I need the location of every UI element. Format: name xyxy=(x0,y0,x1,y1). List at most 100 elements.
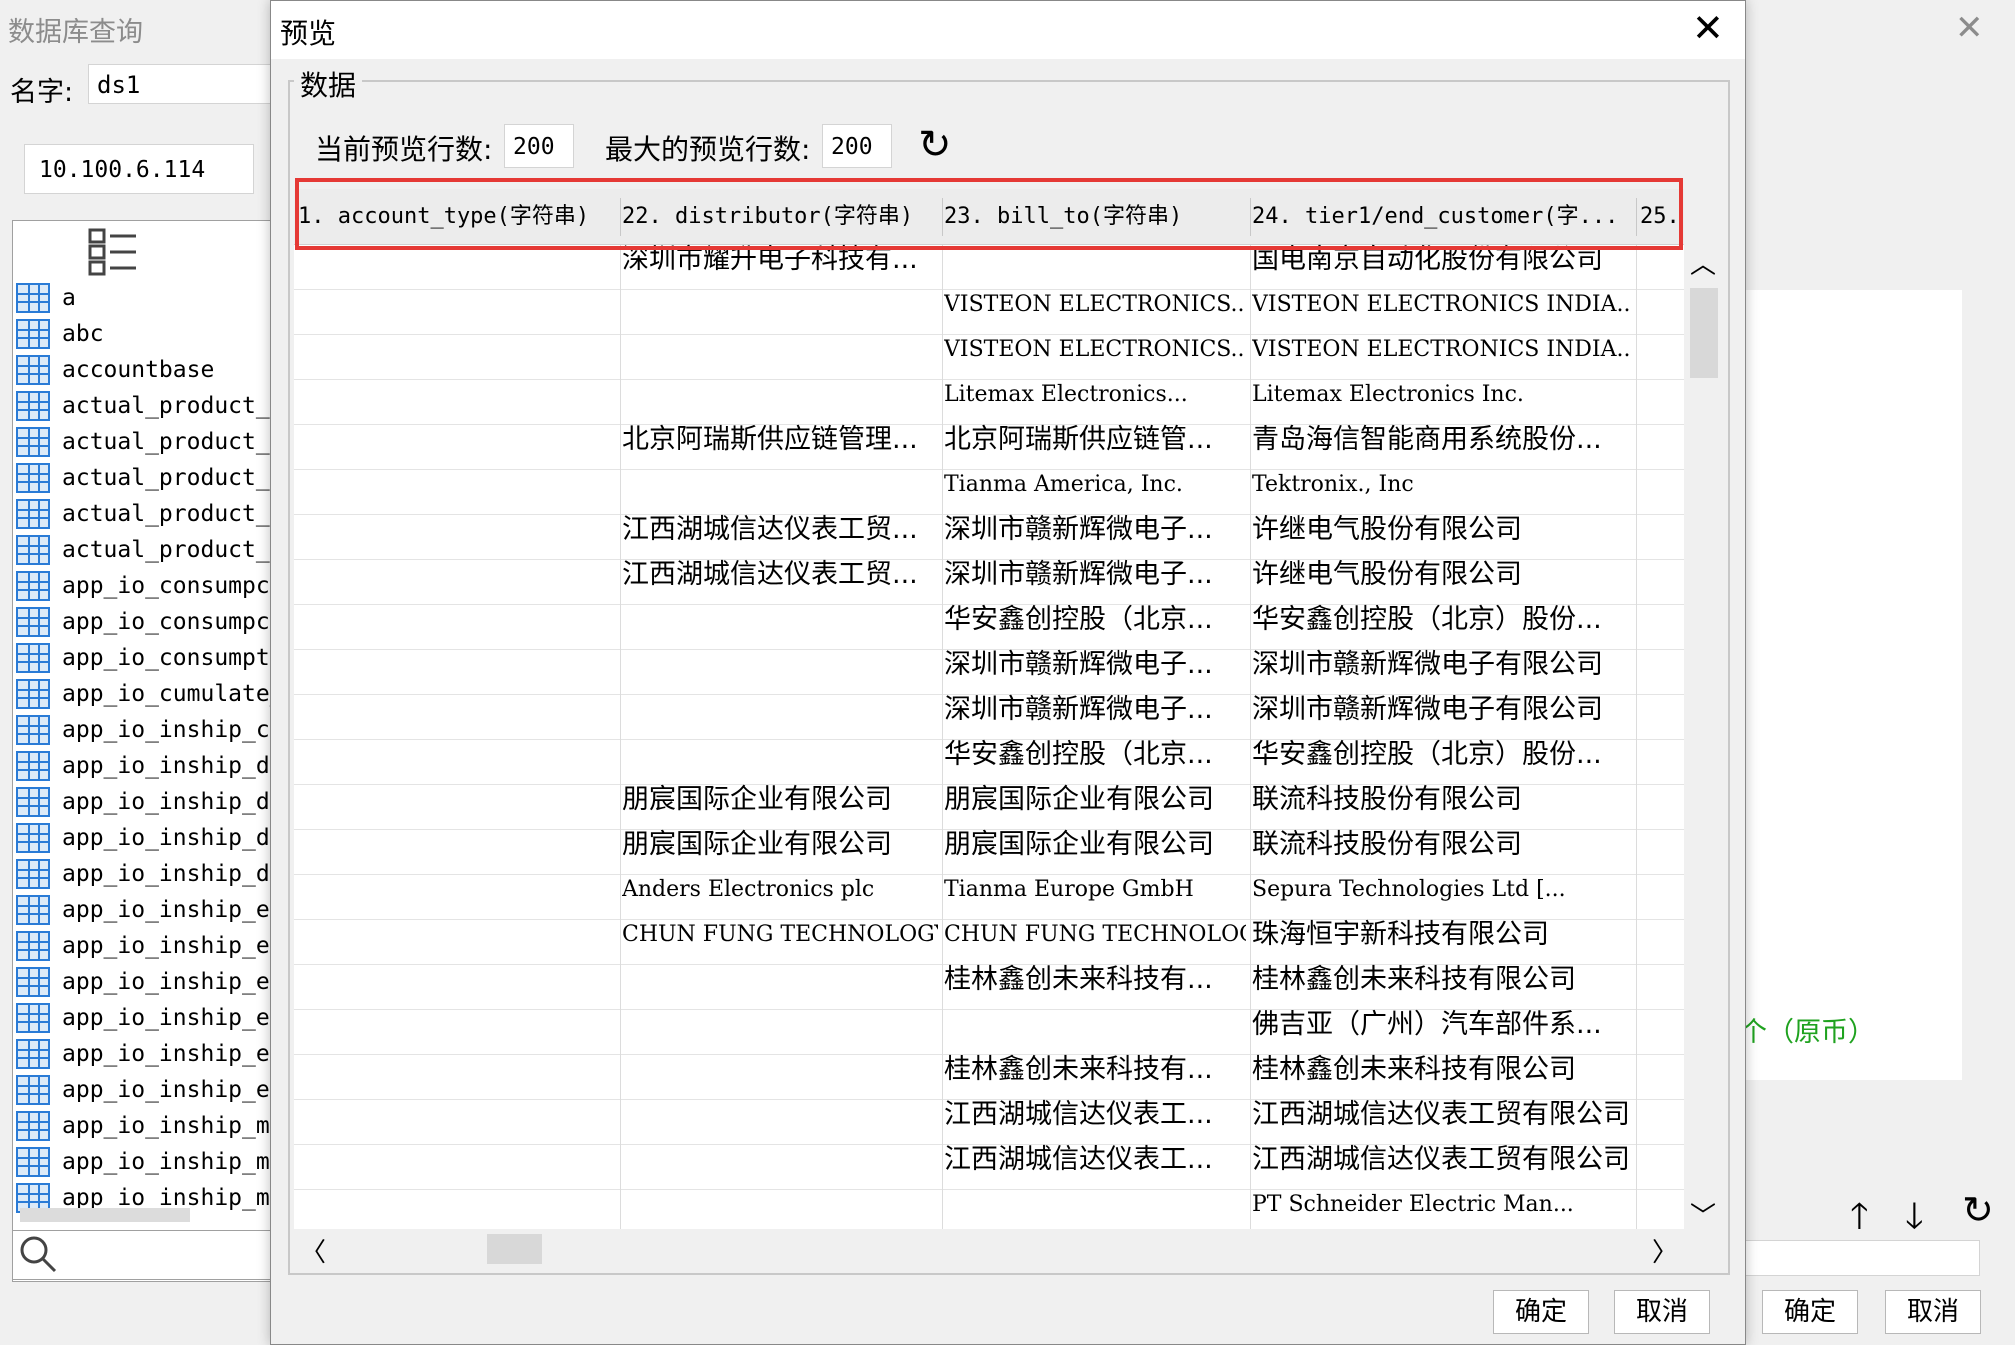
table-cell[interactable]: 江西湖城信达仪表工贸... xyxy=(622,507,938,552)
right-input[interactable] xyxy=(1740,1240,1980,1276)
scroll-down-icon[interactable]: ﹀ xyxy=(1690,1196,1716,1233)
table-cell[interactable]: 许继电气股份有限公司 xyxy=(1252,507,1632,552)
table-cell[interactable]: 华安鑫创控股（北京）股份... xyxy=(1252,732,1632,777)
table-cell[interactable]: 江西湖城信达仪表工贸有限公司 xyxy=(1252,1137,1632,1182)
table-list-item[interactable]: app_io_inship_m3 xyxy=(16,1144,284,1180)
table-list-item[interactable]: abc xyxy=(16,316,104,352)
table-cell[interactable]: 江西湖城信达仪表工贸有限公司 xyxy=(1252,1092,1632,1137)
table-cell[interactable]: 北京阿瑞斯供应链管... xyxy=(944,417,1246,462)
table-list-item[interactable]: a xyxy=(16,280,76,316)
background-close-icon[interactable]: ✕ xyxy=(1955,8,1984,48)
table-list-item[interactable]: app_io_inship_es xyxy=(16,892,284,928)
table-list-item[interactable]: app_io_inship_es xyxy=(16,1000,284,1036)
table-list-item[interactable]: actual_product_i xyxy=(16,496,284,532)
table-cell[interactable]: 青岛海信智能商用系统股份... xyxy=(1252,417,1632,462)
table-cell[interactable]: 江西湖城信达仪表工... xyxy=(944,1137,1246,1182)
table-cell[interactable]: VISTEON ELECTRONICS... xyxy=(944,327,1246,372)
table-cell[interactable]: 桂林鑫创未来科技有限公司 xyxy=(1252,957,1632,1002)
table-cell[interactable]: 江西湖城信达仪表工贸... xyxy=(622,552,938,597)
table-cell[interactable]: Tektronix., Inc xyxy=(1252,462,1632,507)
connection-select[interactable]: 10.100.6.114 xyxy=(24,144,254,194)
table-list-item[interactable]: app_io_inship_de xyxy=(16,856,284,892)
refresh-icon[interactable]: ↻ xyxy=(918,122,952,168)
table-cell[interactable]: 华安鑫创控股（北京... xyxy=(944,732,1246,777)
table-list-item[interactable]: app_io_inship_m3 xyxy=(16,1108,284,1144)
grid-horizontal-thumb[interactable] xyxy=(487,1234,542,1264)
table-list-item[interactable]: app_io_consumpta xyxy=(16,640,284,676)
table-cell[interactable]: Litemax Electronics... xyxy=(944,372,1246,417)
table-icon xyxy=(16,787,50,817)
background-window-title: 数据库查询 xyxy=(8,17,143,48)
background-refresh-icon[interactable]: ↻ xyxy=(1962,1188,1994,1232)
scroll-left-icon[interactable]: 〈 xyxy=(300,1232,326,1269)
scroll-right-icon[interactable]: 〉 xyxy=(1652,1232,1678,1269)
table-cell[interactable]: VISTEON ELECTRONICS... xyxy=(944,282,1246,327)
ok-button[interactable]: 确定 xyxy=(1493,1290,1589,1334)
table-cell[interactable]: 朋宸国际企业有限公司 xyxy=(944,777,1246,822)
right-panel-scrollbar[interactable] xyxy=(1962,290,1998,1080)
table-cell[interactable]: 联流科技股份有限公司 xyxy=(1252,777,1632,822)
table-cell[interactable]: Tianma America, Inc. xyxy=(944,462,1246,507)
table-cell[interactable]: Litemax Electronics Inc. xyxy=(1252,372,1632,417)
table-cell[interactable]: 桂林鑫创未来科技有... xyxy=(944,1047,1246,1092)
table-cell[interactable]: 深圳市赣新辉微电子... xyxy=(944,552,1246,597)
table-cell[interactable]: Tianma Europe GmbH xyxy=(944,867,1246,912)
current-rows-input[interactable]: 200 xyxy=(504,124,574,168)
table-list-item[interactable]: actual_product_e xyxy=(16,460,284,496)
table-list-item[interactable]: app_io_inship_es xyxy=(16,1036,284,1072)
table-cell[interactable]: 深圳市赣新辉微电子... xyxy=(944,642,1246,687)
scroll-up-icon[interactable]: ︿ xyxy=(1690,244,1716,281)
table-cell[interactable]: 朋宸国际企业有限公司 xyxy=(622,822,938,867)
table-list-item[interactable]: app_io_consumpch xyxy=(16,568,284,604)
table-list-hscroll[interactable] xyxy=(20,1208,190,1222)
dialog-close-icon[interactable]: ✕ xyxy=(1692,6,1724,50)
table-list-item[interactable]: app_io_inship_de xyxy=(16,784,284,820)
table-list-item[interactable]: app_io_inship_es xyxy=(16,964,284,1000)
table-list-item[interactable]: accountbase xyxy=(16,352,214,388)
table-list-item[interactable]: app_io_inship_de xyxy=(16,820,284,856)
table-name: app_io_inship_m3 xyxy=(62,1113,284,1139)
table-cell[interactable]: 联流科技股份有限公司 xyxy=(1252,822,1632,867)
max-rows-input[interactable]: 200 xyxy=(822,124,892,168)
table-cell[interactable]: Anders Electronics plc xyxy=(622,867,938,912)
table-list-item[interactable]: actual_product_c xyxy=(16,388,284,424)
table-cell[interactable]: 华安鑫创控股（北京）股份... xyxy=(1252,597,1632,642)
table-cell[interactable]: 深圳市赣新辉微电子... xyxy=(944,687,1246,732)
table-cell[interactable]: 许继电气股份有限公司 xyxy=(1252,552,1632,597)
table-cell[interactable]: 江西湖城信达仪表工... xyxy=(944,1092,1246,1137)
grid-vertical-thumb[interactable] xyxy=(1690,288,1718,378)
cancel-button[interactable]: 取消 xyxy=(1614,1290,1710,1334)
name-input[interactable]: ds1 xyxy=(88,64,288,104)
table-cell[interactable]: VISTEON ELECTRONICS INDIA... xyxy=(1252,327,1632,372)
table-list-item[interactable]: app_io_inship_cu xyxy=(16,712,284,748)
table-cell[interactable]: 朋宸国际企业有限公司 xyxy=(944,822,1246,867)
table-icon xyxy=(16,679,50,709)
table-cell[interactable]: 桂林鑫创未来科技有... xyxy=(944,957,1246,1002)
table-cell[interactable]: VISTEON ELECTRONICS INDIA... xyxy=(1252,282,1632,327)
column-divider xyxy=(620,245,621,1229)
table-cell[interactable]: 深圳市赣新辉微电子有限公司 xyxy=(1252,642,1632,687)
table-cell[interactable]: 珠海恒宇新科技有限公司 xyxy=(1252,912,1632,957)
table-list-item[interactable]: actual_product_i xyxy=(16,532,284,568)
table-cell[interactable]: 北京阿瑞斯供应链管理... xyxy=(622,417,938,462)
table-cell[interactable]: 朋宸国际企业有限公司 xyxy=(622,777,938,822)
table-list-item[interactable]: app_io_cumulate_ xyxy=(16,676,284,712)
background-cancel-button[interactable]: 取消 xyxy=(1885,1290,1981,1334)
table-cell[interactable]: CHUN FUNG TECHNOLOGY... xyxy=(622,912,938,957)
table-list-item[interactable]: app_io_inship_es xyxy=(16,928,284,964)
table-list-item[interactable]: app_io_inship_es xyxy=(16,1072,284,1108)
list-view-icon[interactable] xyxy=(88,228,138,276)
table-cell[interactable]: CHUN FUNG TECHNOLOG... xyxy=(944,912,1246,957)
grid-vertical-scrollbar[interactable] xyxy=(1684,245,1724,1229)
table-list-item[interactable]: actual_product_e xyxy=(16,424,284,460)
background-ok-button[interactable]: 确定 xyxy=(1762,1290,1858,1334)
table-cell[interactable]: PT Schneider Electric Man... xyxy=(1252,1182,1632,1227)
table-cell[interactable]: 深圳市赣新辉微电子有限公司 xyxy=(1252,687,1632,732)
table-cell[interactable]: 桂林鑫创未来科技有限公司 xyxy=(1252,1047,1632,1092)
table-cell[interactable]: 深圳市赣新辉微电子... xyxy=(944,507,1246,552)
table-cell[interactable]: 佛吉亚（广州）汽车部件系... xyxy=(1252,1002,1632,1047)
table-list-item[interactable]: app_io_consumpch xyxy=(16,604,284,640)
table-cell[interactable]: Sepura Technologies Ltd [... xyxy=(1252,867,1632,912)
table-list-item[interactable]: app_io_inship_de xyxy=(16,748,284,784)
table-cell[interactable]: 华安鑫创控股（北京... xyxy=(944,597,1246,642)
